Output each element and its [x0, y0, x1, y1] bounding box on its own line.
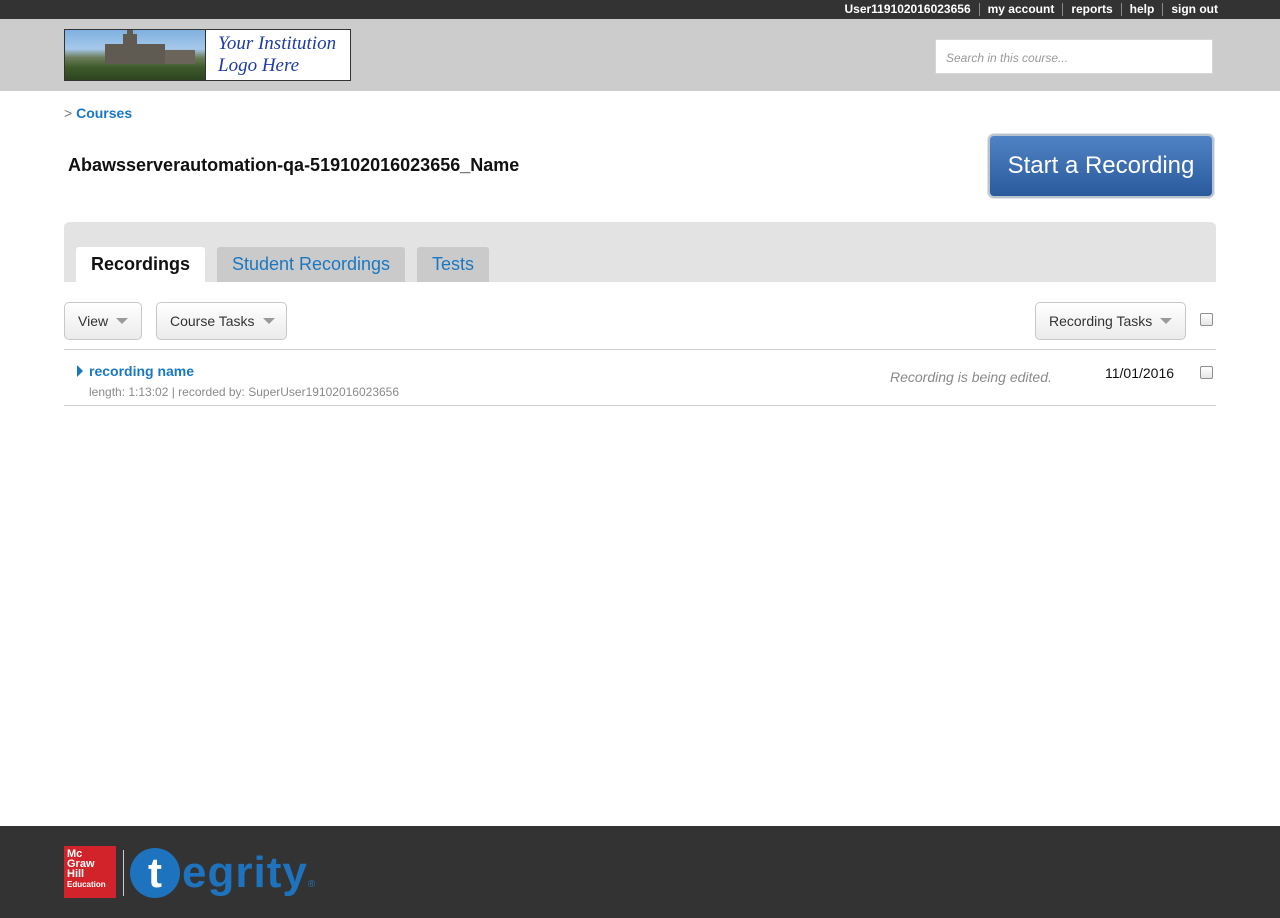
- tab-tests[interactable]: Tests: [417, 247, 489, 282]
- footer: Mc Graw Hill Education t egrity ®: [0, 826, 1280, 918]
- course-tasks-label: Course Tasks: [170, 313, 255, 329]
- list-divider: [64, 405, 1216, 406]
- caret-down-icon: [116, 318, 129, 324]
- recording-tasks-dropdown[interactable]: Recording Tasks: [1035, 302, 1186, 340]
- help-link[interactable]: help: [1120, 3, 1163, 16]
- header: Your Institution Logo Here Search in thi…: [0, 19, 1280, 91]
- caret-down-icon: [262, 318, 275, 324]
- caret-down-icon: [1160, 318, 1173, 324]
- recording-status: Recording is being edited.: [890, 369, 1052, 385]
- logo-text-line1: Your Institution: [218, 33, 337, 54]
- campus-image: [65, 30, 205, 80]
- search-input[interactable]: Search in this course...: [935, 39, 1213, 74]
- recording-checkbox[interactable]: [1200, 366, 1213, 379]
- expand-arrow-icon[interactable]: [77, 365, 83, 377]
- breadcrumb-separator: >: [64, 105, 73, 121]
- recording-meta: length: 1:13:02 | recorded by: SuperUser…: [89, 385, 400, 399]
- breadcrumb-courses-link[interactable]: Courses: [76, 105, 132, 121]
- course-tasks-dropdown[interactable]: Course Tasks: [156, 302, 287, 340]
- footer-divider: [123, 850, 124, 896]
- tab-student-recordings[interactable]: Student Recordings: [217, 247, 405, 282]
- top-bar: User119102016023656 my account reports h…: [0, 0, 1280, 19]
- select-all-checkbox[interactable]: [1200, 313, 1213, 326]
- tabs-panel: Recordings Student Recordings Tests: [64, 222, 1216, 282]
- list-divider: [64, 349, 1216, 350]
- reports-link[interactable]: reports: [1062, 3, 1120, 16]
- institution-logo: Your Institution Logo Here: [64, 29, 351, 81]
- logo-text-line2: Logo Here: [218, 55, 300, 76]
- breadcrumb: > Courses: [64, 105, 132, 121]
- top-nav: User119102016023656 my account reports h…: [836, 0, 1218, 19]
- tegrity-logo: t egrity ®: [130, 846, 315, 900]
- tab-recordings[interactable]: Recordings: [76, 247, 205, 282]
- username-label: User119102016023656: [844, 2, 971, 16]
- my-account-link[interactable]: my account: [978, 3, 1063, 16]
- recording-date: 11/01/2016: [1105, 365, 1175, 381]
- recording-name-link[interactable]: recording name: [89, 363, 194, 379]
- mcgraw-hill-logo: Mc Graw Hill Education: [64, 846, 116, 898]
- page-title: Abawsserverautomation-qa-519102016023656…: [68, 155, 520, 175]
- start-recording-button[interactable]: Start a Recording: [988, 134, 1214, 198]
- view-label: View: [78, 313, 109, 329]
- sign-out-link[interactable]: sign out: [1162, 3, 1218, 16]
- view-dropdown[interactable]: View: [64, 302, 142, 340]
- recording-tasks-label: Recording Tasks: [1049, 313, 1153, 329]
